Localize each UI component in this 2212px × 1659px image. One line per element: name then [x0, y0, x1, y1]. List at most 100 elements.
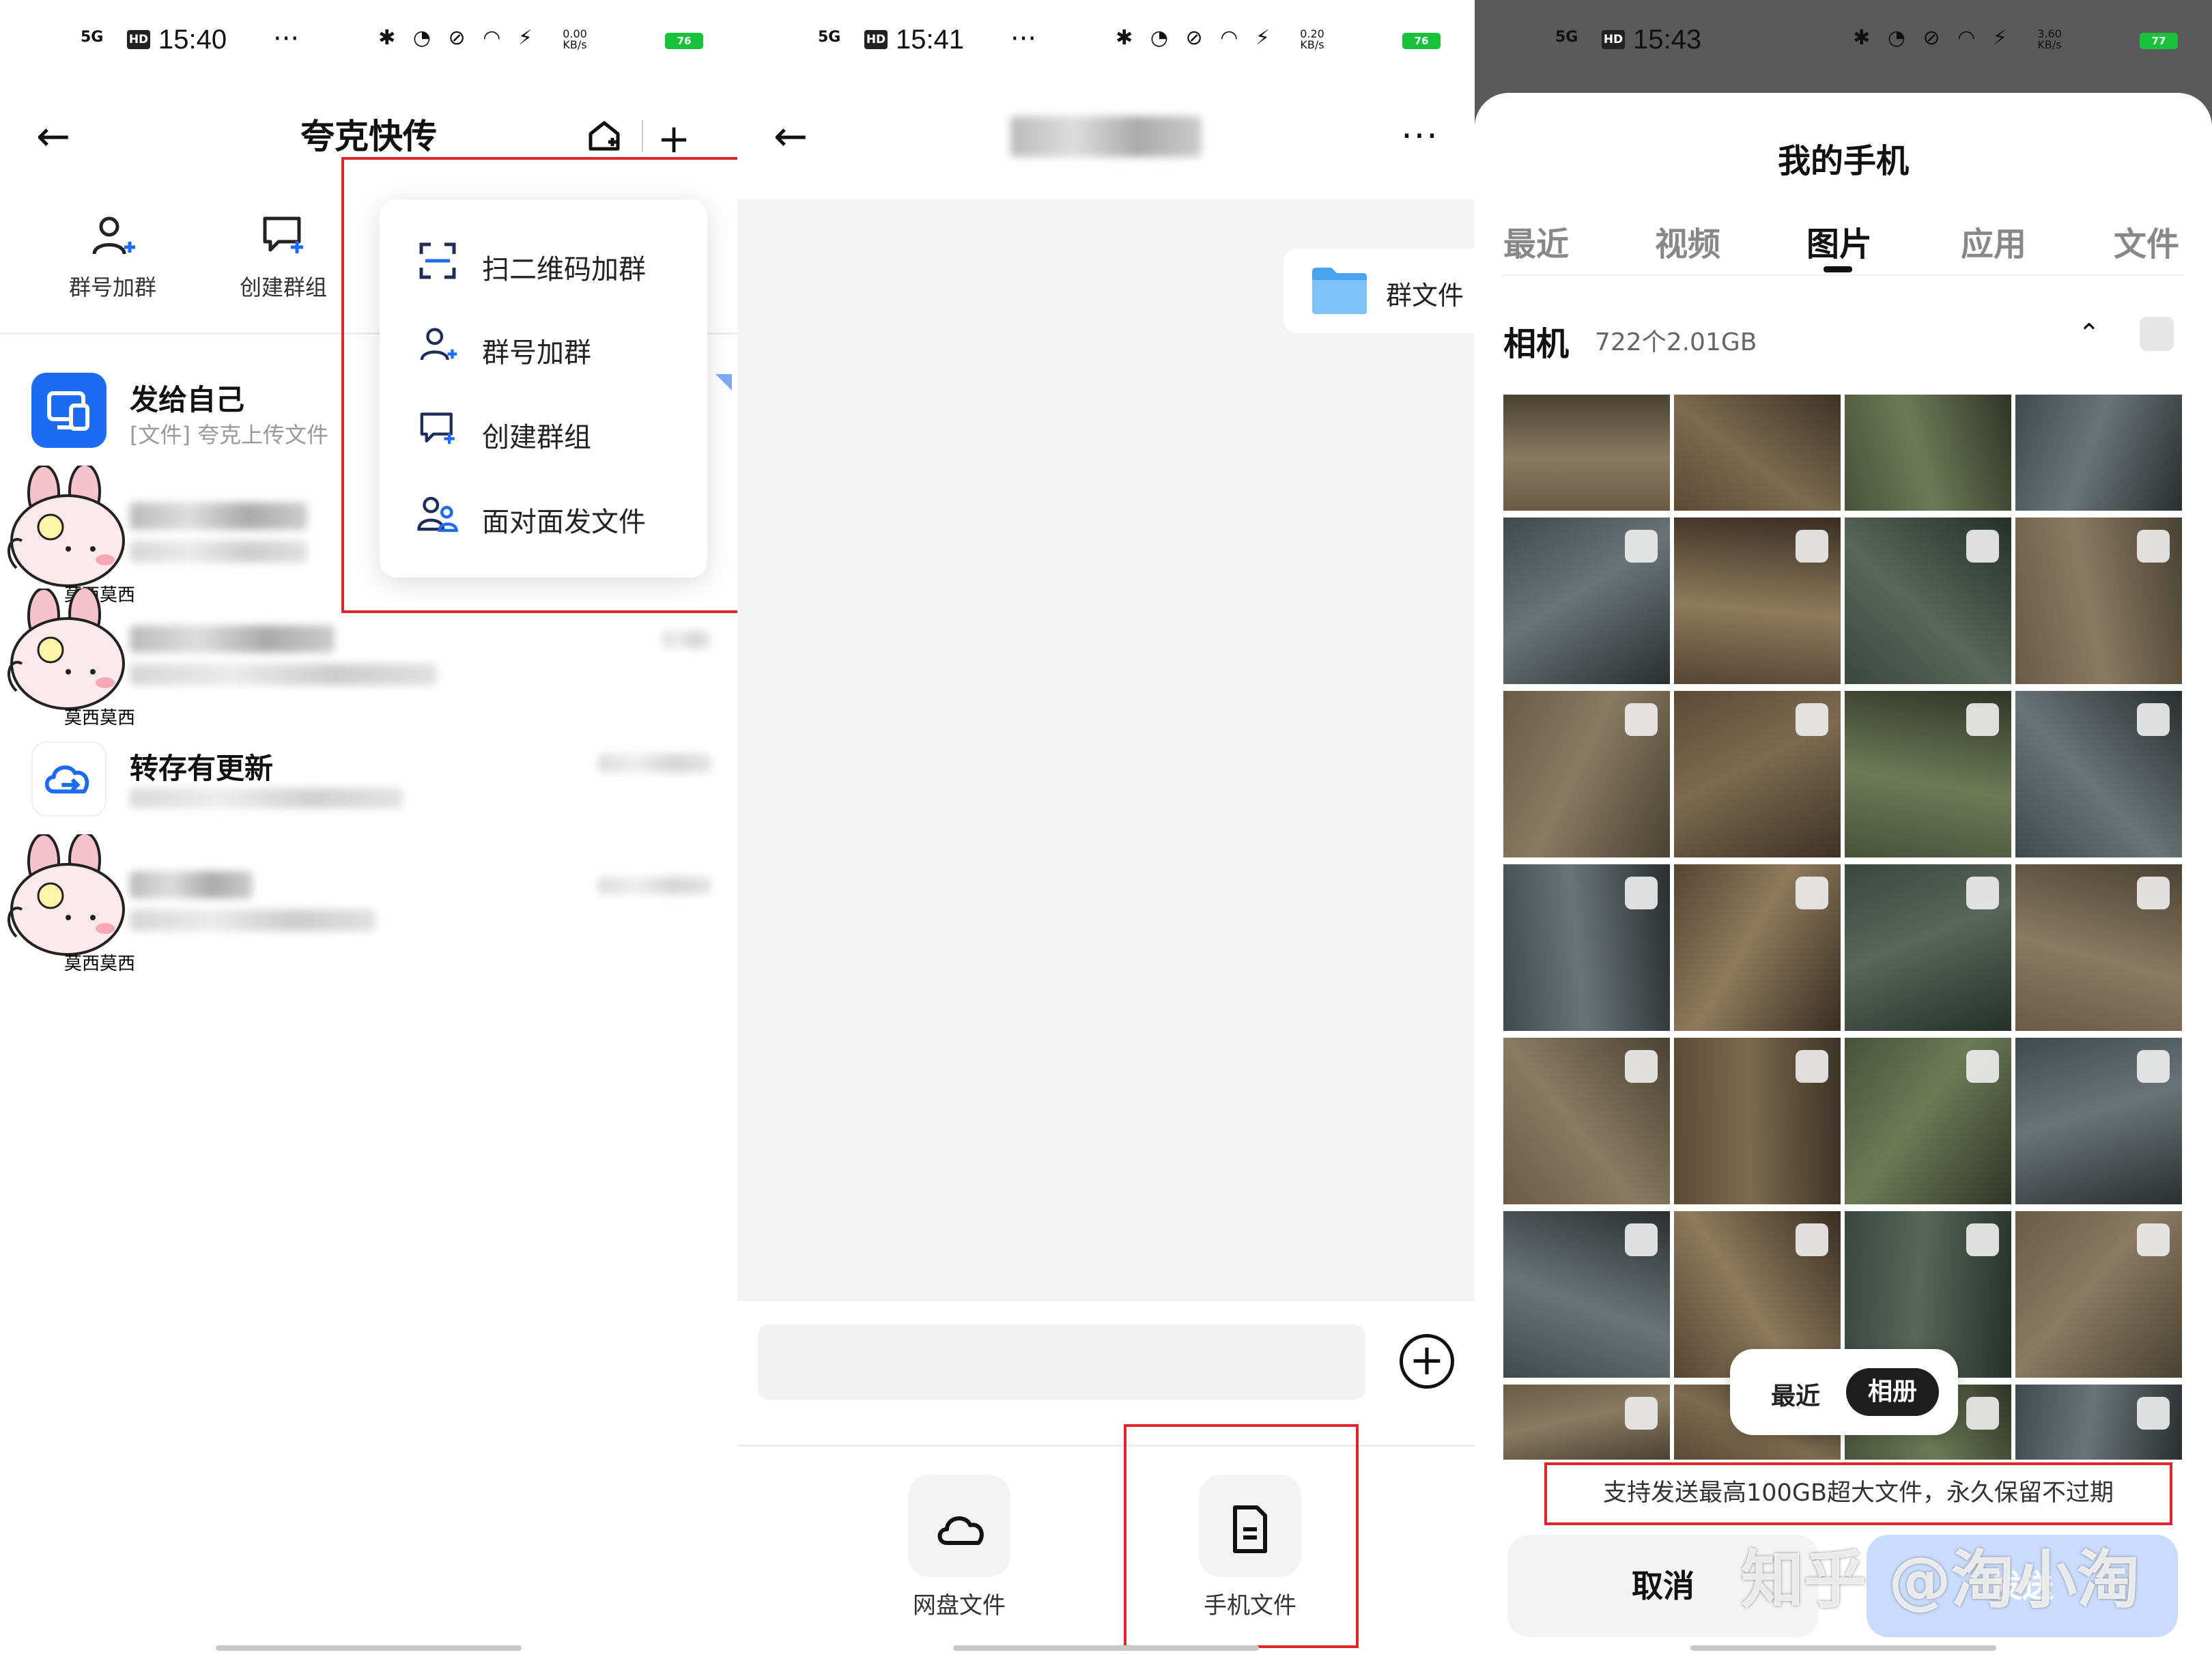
quick-label: 创建群组	[239, 274, 327, 300]
photo-thumbnail[interactable]	[1503, 864, 1670, 1031]
photo-checkbox[interactable]	[1796, 877, 1828, 909]
blurred-time	[662, 631, 710, 649]
chevron-up-icon[interactable]: ⌃	[2078, 318, 2100, 348]
photo-thumbnail[interactable]	[1845, 864, 2011, 1031]
photo-thumbnail[interactable]	[2015, 1385, 2182, 1460]
conversation-item-transfer-update[interactable]: 转存有更新	[0, 718, 737, 841]
photo-thumbnail[interactable]	[1503, 691, 1670, 857]
photo-thumbnail[interactable]	[1503, 517, 1670, 684]
photo-checkbox[interactable]	[2137, 1050, 2170, 1083]
signal-label: 5G	[81, 29, 104, 46]
cloud-icon	[908, 1475, 1010, 1577]
tool-label: 网盘文件	[913, 1592, 1006, 1619]
photo-checkbox[interactable]	[2137, 530, 2170, 563]
bunny-sticker-avatar: 莫西莫西	[8, 466, 135, 606]
more-options-icon[interactable]: ···	[1393, 109, 1447, 164]
tab-images[interactable]: 图片	[1806, 217, 1872, 265]
quick-create-group[interactable]: 创建群组	[212, 212, 355, 302]
page-title: 夸克快传	[300, 117, 437, 156]
photo-checkbox[interactable]	[1966, 1050, 1999, 1083]
blurred-preview	[130, 541, 307, 563]
photo-thumbnail[interactable]	[1845, 395, 2011, 511]
conversation-name: 转存有更新	[130, 752, 274, 785]
photo-checkbox[interactable]	[1796, 703, 1828, 736]
person-add-icon	[41, 212, 184, 266]
photo-thumbnail[interactable]	[1674, 691, 1841, 857]
photo-checkbox[interactable]	[1966, 1397, 1999, 1430]
photo-thumbnail[interactable]	[2015, 864, 2182, 1031]
album-meta: 722个2.01GB	[1595, 328, 1757, 356]
photo-checkbox[interactable]	[1966, 1223, 1999, 1256]
photo-checkbox[interactable]	[1796, 530, 1828, 563]
tab-recent[interactable]: 最近	[1503, 217, 1569, 265]
tab-video[interactable]: 视频	[1655, 217, 1720, 265]
battery-indicator: 77	[2140, 33, 2178, 49]
blurred-preview	[130, 909, 375, 931]
photo-thumbnail[interactable]	[2015, 1211, 2182, 1378]
blurred-preview	[130, 664, 437, 685]
photo-thumbnail[interactable]	[1674, 395, 1841, 511]
photo-checkbox[interactable]	[1966, 703, 1999, 736]
photo-checkbox[interactable]	[2137, 703, 2170, 736]
blurred-name	[130, 871, 253, 898]
album-name: 相机	[1503, 325, 1570, 363]
photo-thumbnail[interactable]	[2015, 1038, 2182, 1204]
photo-thumbnail[interactable]	[1503, 1038, 1670, 1204]
photo-thumbnail[interactable]	[1503, 395, 1670, 511]
photo-checkbox[interactable]	[1625, 1223, 1658, 1256]
group-files-button[interactable]: 群文件	[1284, 249, 1502, 333]
photo-checkbox[interactable]	[1796, 1050, 1828, 1083]
photo-thumbnail[interactable]	[1674, 1038, 1841, 1204]
home-add-icon[interactable]	[580, 115, 628, 162]
photo-thumbnail[interactable]	[1674, 517, 1841, 684]
status-more: ···	[1010, 23, 1037, 55]
photo-checkbox[interactable]	[2137, 877, 2170, 909]
photo-checkbox[interactable]	[2137, 1223, 2170, 1256]
toggle-album[interactable]: 相册	[1846, 1368, 1939, 1416]
home-indicator	[216, 1645, 522, 1651]
photo-checkbox[interactable]	[2137, 1397, 2170, 1430]
status-icons: ✱ ◔ ⊘ ◠ ⚡	[378, 26, 538, 50]
sheet-title: 我的手机	[1777, 142, 1909, 180]
photo-checkbox[interactable]	[1966, 530, 1999, 563]
photo-thumbnail[interactable]	[2015, 517, 2182, 684]
photo-checkbox[interactable]	[1625, 1397, 1658, 1430]
net-speed: 0.20 KB/s	[1300, 27, 1324, 51]
cloud-files-button[interactable]: 网盘文件	[908, 1475, 1010, 1620]
plus-circle-icon[interactable]: +	[1400, 1334, 1454, 1389]
photo-checkbox[interactable]	[1625, 877, 1658, 909]
status-icons: ✱ ◔ ⊘ ◠ ⚡	[1853, 26, 2013, 50]
photo-thumbnail[interactable]	[1503, 1385, 1670, 1460]
photo-thumbnail[interactable]	[2015, 395, 2182, 511]
status-bar: 5G HD 15:41 ··· 0.20 KB/s ✱ ◔ ⊘ ◠ ⚡ 76	[737, 0, 1475, 82]
toggle-recent[interactable]: 最近	[1771, 1376, 1820, 1412]
message-input[interactable]	[758, 1324, 1365, 1400]
photo-thumbnail[interactable]	[1503, 1211, 1670, 1378]
status-time: 15:43	[1633, 25, 1702, 55]
photo-thumbnail[interactable]	[1845, 517, 2011, 684]
tab-files[interactable]: 文件	[2114, 217, 2179, 265]
highlight-box	[1124, 1424, 1359, 1648]
signal-label: 5G	[818, 29, 841, 46]
photo-thumbnail[interactable]	[1845, 691, 2011, 857]
photo-checkbox[interactable]	[1625, 530, 1658, 563]
hd-badge: HD	[127, 30, 150, 49]
signal-label: 5G	[1555, 29, 1578, 46]
tab-apps[interactable]: 应用	[1961, 217, 2026, 265]
conversation-preview: [文件] 夸克上传文件	[130, 422, 329, 448]
monitor-icon	[31, 373, 107, 448]
plus-icon[interactable]: +	[650, 115, 698, 162]
back-arrow-icon[interactable]: ←	[763, 109, 818, 164]
photo-checkbox[interactable]	[1625, 703, 1658, 736]
conversation-name: 发给自己	[130, 383, 245, 416]
photo-thumbnail[interactable]	[1674, 864, 1841, 1031]
photo-thumbnail[interactable]	[2015, 691, 2182, 857]
select-all-checkbox[interactable]	[2140, 317, 2174, 351]
bunny-sticker-avatar: 莫西莫西	[8, 589, 135, 728]
photo-checkbox[interactable]	[1966, 877, 1999, 909]
photo-checkbox[interactable]	[1625, 1050, 1658, 1083]
photo-thumbnail[interactable]	[1845, 1038, 2011, 1204]
photo-checkbox[interactable]	[1796, 1223, 1828, 1256]
quick-join-by-number[interactable]: 群号加群	[41, 212, 184, 302]
back-arrow-icon[interactable]: ←	[26, 109, 81, 164]
